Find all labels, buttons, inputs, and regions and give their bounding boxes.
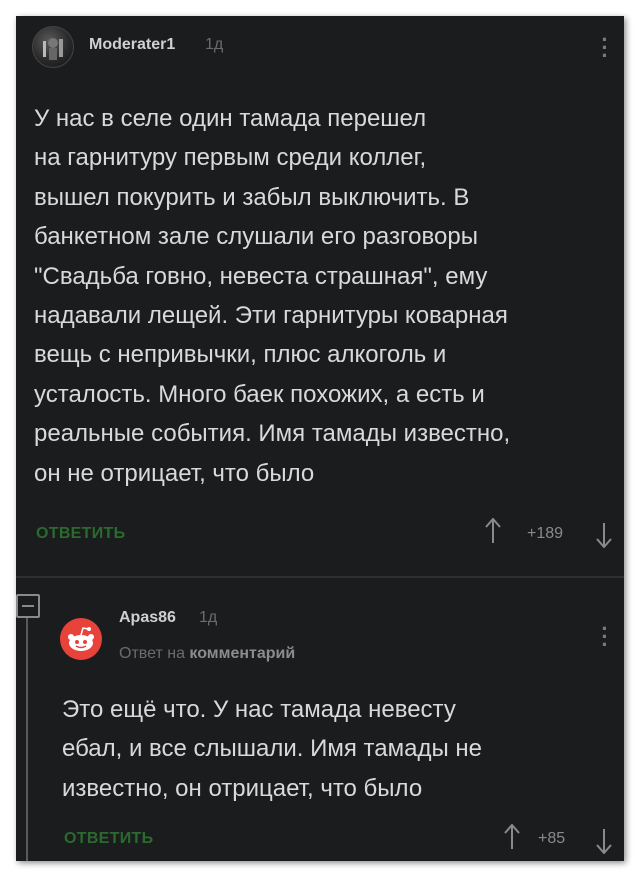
reddit-alien-icon[interactable] bbox=[60, 618, 102, 660]
arrow-up-icon[interactable] bbox=[485, 517, 501, 551]
comment-text: У нас в селе один тамада перешел на гарн… bbox=[34, 105, 511, 487]
reply-context-prefix: Ответ на bbox=[119, 645, 185, 662]
reply-context: Ответ на комментарий bbox=[119, 645, 295, 663]
reply-button[interactable]: ОТВЕТИТЬ bbox=[36, 525, 125, 543]
comment-score: +189 bbox=[527, 525, 564, 542]
more-options-icon[interactable]: · · · bbox=[600, 618, 610, 656]
thread-line[interactable] bbox=[26, 614, 28, 861]
comment-divider bbox=[16, 576, 624, 578]
comments-panel: Moderater1 1д · · · У нас в селе один тама… bbox=[16, 16, 624, 861]
reply-time: 1д bbox=[199, 609, 218, 626]
reply-button[interactable]: ОТВЕТИТЬ bbox=[64, 830, 153, 848]
user-avatar[interactable] bbox=[32, 26, 74, 68]
reply-score: +85 bbox=[538, 830, 566, 847]
collapse-thread-icon[interactable] bbox=[16, 594, 40, 618]
arrow-down-icon[interactable] bbox=[596, 522, 612, 555]
arrow-up-icon[interactable] bbox=[504, 823, 520, 857]
arrow-down-icon[interactable] bbox=[596, 828, 612, 861]
reply-context-link[interactable]: комментарий bbox=[189, 645, 295, 662]
comment-time: 1д bbox=[205, 36, 224, 53]
more-options-icon[interactable]: · · · bbox=[600, 29, 610, 67]
reply-username[interactable]: Apas86 bbox=[119, 609, 176, 627]
reply-text: Это ещё что. У нас тамада невесту ебал, … bbox=[62, 696, 482, 802]
comment-username[interactable]: Moderater1 bbox=[89, 36, 175, 54]
